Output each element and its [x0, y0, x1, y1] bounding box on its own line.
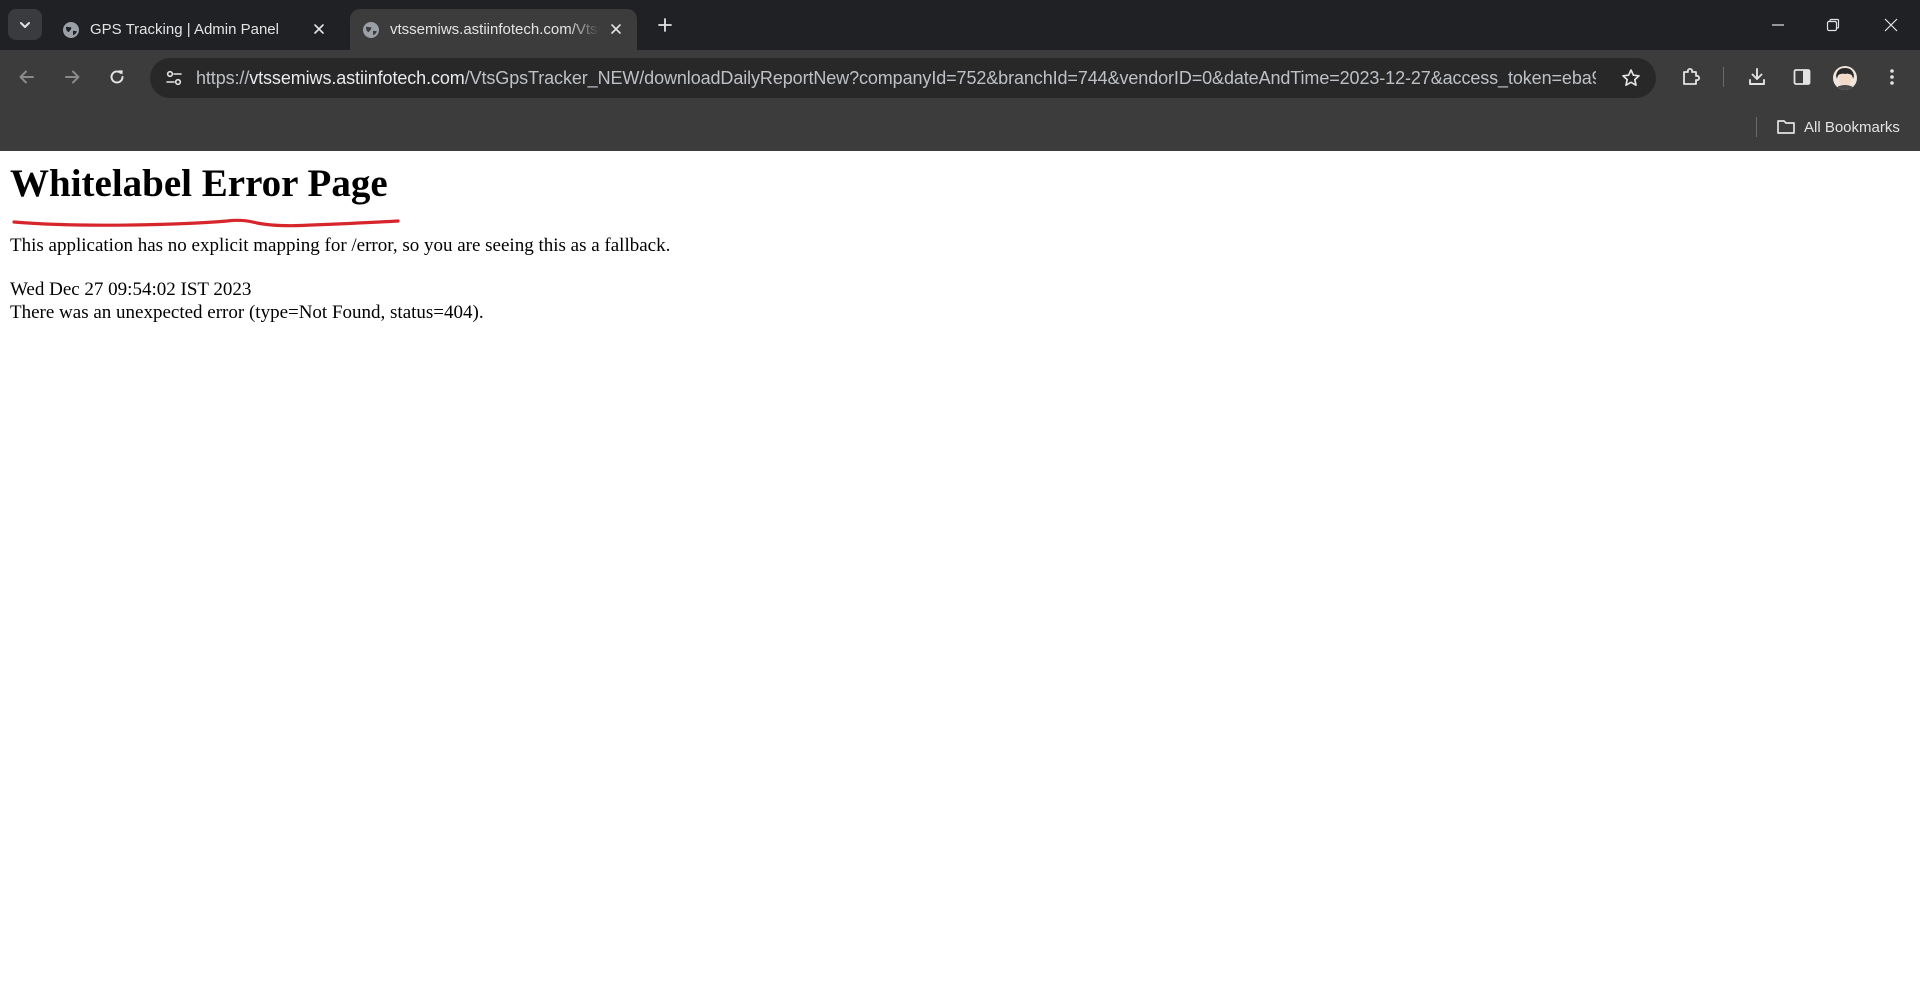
site-info-button[interactable]	[162, 66, 186, 90]
bookmarks-divider	[1756, 117, 1757, 137]
minimize-icon	[1772, 24, 1784, 26]
url-host: vtssemiws.astiinfotech.com	[249, 68, 465, 88]
browser-toolbar: https://vtssemiws.astiinfotech.com/VtsGp…	[0, 50, 1920, 102]
minimize-button[interactable]	[1758, 10, 1798, 40]
tab-title: vtssemiws.astiinfotech.com/VtsGpsTracker…	[390, 21, 600, 38]
back-button[interactable]	[10, 60, 44, 94]
plus-icon	[658, 18, 672, 32]
close-icon	[314, 24, 324, 34]
page-title: Whitelabel Error Page	[10, 162, 388, 205]
side-panel-icon	[1793, 69, 1811, 85]
reload-button[interactable]	[100, 60, 134, 94]
new-tab-button[interactable]	[652, 12, 678, 38]
toolbar-divider	[1723, 67, 1724, 87]
tab-error-page[interactable]: vtssemiws.astiinfotech.com/VtsGpsTracker…	[350, 9, 637, 50]
globe-icon	[363, 22, 379, 38]
arrow-left-icon	[19, 70, 34, 84]
error-message: This application has no explicit mapping…	[10, 235, 671, 256]
arrow-right-icon	[65, 70, 80, 84]
profile-icon	[1835, 68, 1855, 90]
tab-gps-admin[interactable]: GPS Tracking | Admin Panel	[50, 9, 340, 50]
extensions-button[interactable]	[1674, 60, 1708, 94]
side-panel-button[interactable]	[1785, 60, 1819, 94]
all-bookmarks-label: All Bookmarks	[1804, 118, 1900, 136]
restore-icon	[1826, 18, 1840, 32]
url-path: /VtsGpsTracker_NEW/downloadDailyReportNe…	[464, 68, 1596, 88]
restore-button[interactable]	[1813, 10, 1853, 40]
star-icon	[1622, 69, 1640, 87]
tune-icon	[166, 70, 182, 86]
tab-title: GPS Tracking | Admin Panel	[90, 21, 279, 38]
page-content: Whitelabel Error Page This application h…	[0, 151, 1920, 1005]
error-timestamp: Wed Dec 27 09:54:02 IST 2023	[10, 279, 252, 300]
download-icon	[1749, 68, 1765, 85]
close-tab-button[interactable]	[310, 20, 328, 38]
url-text[interactable]: https://vtssemiws.astiinfotech.com/VtsGp…	[196, 68, 1596, 89]
close-window-button[interactable]	[1871, 10, 1911, 40]
puzzle-icon	[1683, 68, 1700, 85]
red-annotation-underline	[12, 218, 400, 228]
all-bookmarks-button[interactable]: All Bookmarks	[1776, 114, 1900, 140]
url-scheme: https://	[196, 68, 250, 88]
tab-strip: GPS Tracking | Admin Panel vtssemiws.ast…	[0, 0, 1920, 50]
globe-icon	[63, 22, 79, 38]
address-bar[interactable]: https://vtssemiws.astiinfotech.com/VtsGp…	[150, 58, 1656, 98]
downloads-button[interactable]	[1740, 60, 1774, 94]
forward-button[interactable]	[55, 60, 89, 94]
bookmarks-bar: All Bookmarks	[0, 102, 1920, 151]
close-icon	[611, 24, 621, 34]
profile-avatar[interactable]	[1833, 66, 1857, 90]
error-details: Wed Dec 27 09:54:02 IST 2023 There was a…	[10, 278, 484, 324]
close-icon	[1884, 18, 1898, 32]
error-status: There was an unexpected error (type=Not …	[10, 302, 484, 323]
more-vertical-icon	[1890, 69, 1894, 85]
menu-button[interactable]	[1875, 60, 1909, 94]
reload-icon	[110, 70, 124, 84]
close-tab-button[interactable]	[607, 20, 625, 38]
chevron-down-icon	[20, 21, 30, 28]
bookmark-star-button[interactable]	[1620, 67, 1642, 89]
tab-search-button[interactable]	[8, 9, 42, 40]
folder-icon	[1777, 120, 1795, 134]
